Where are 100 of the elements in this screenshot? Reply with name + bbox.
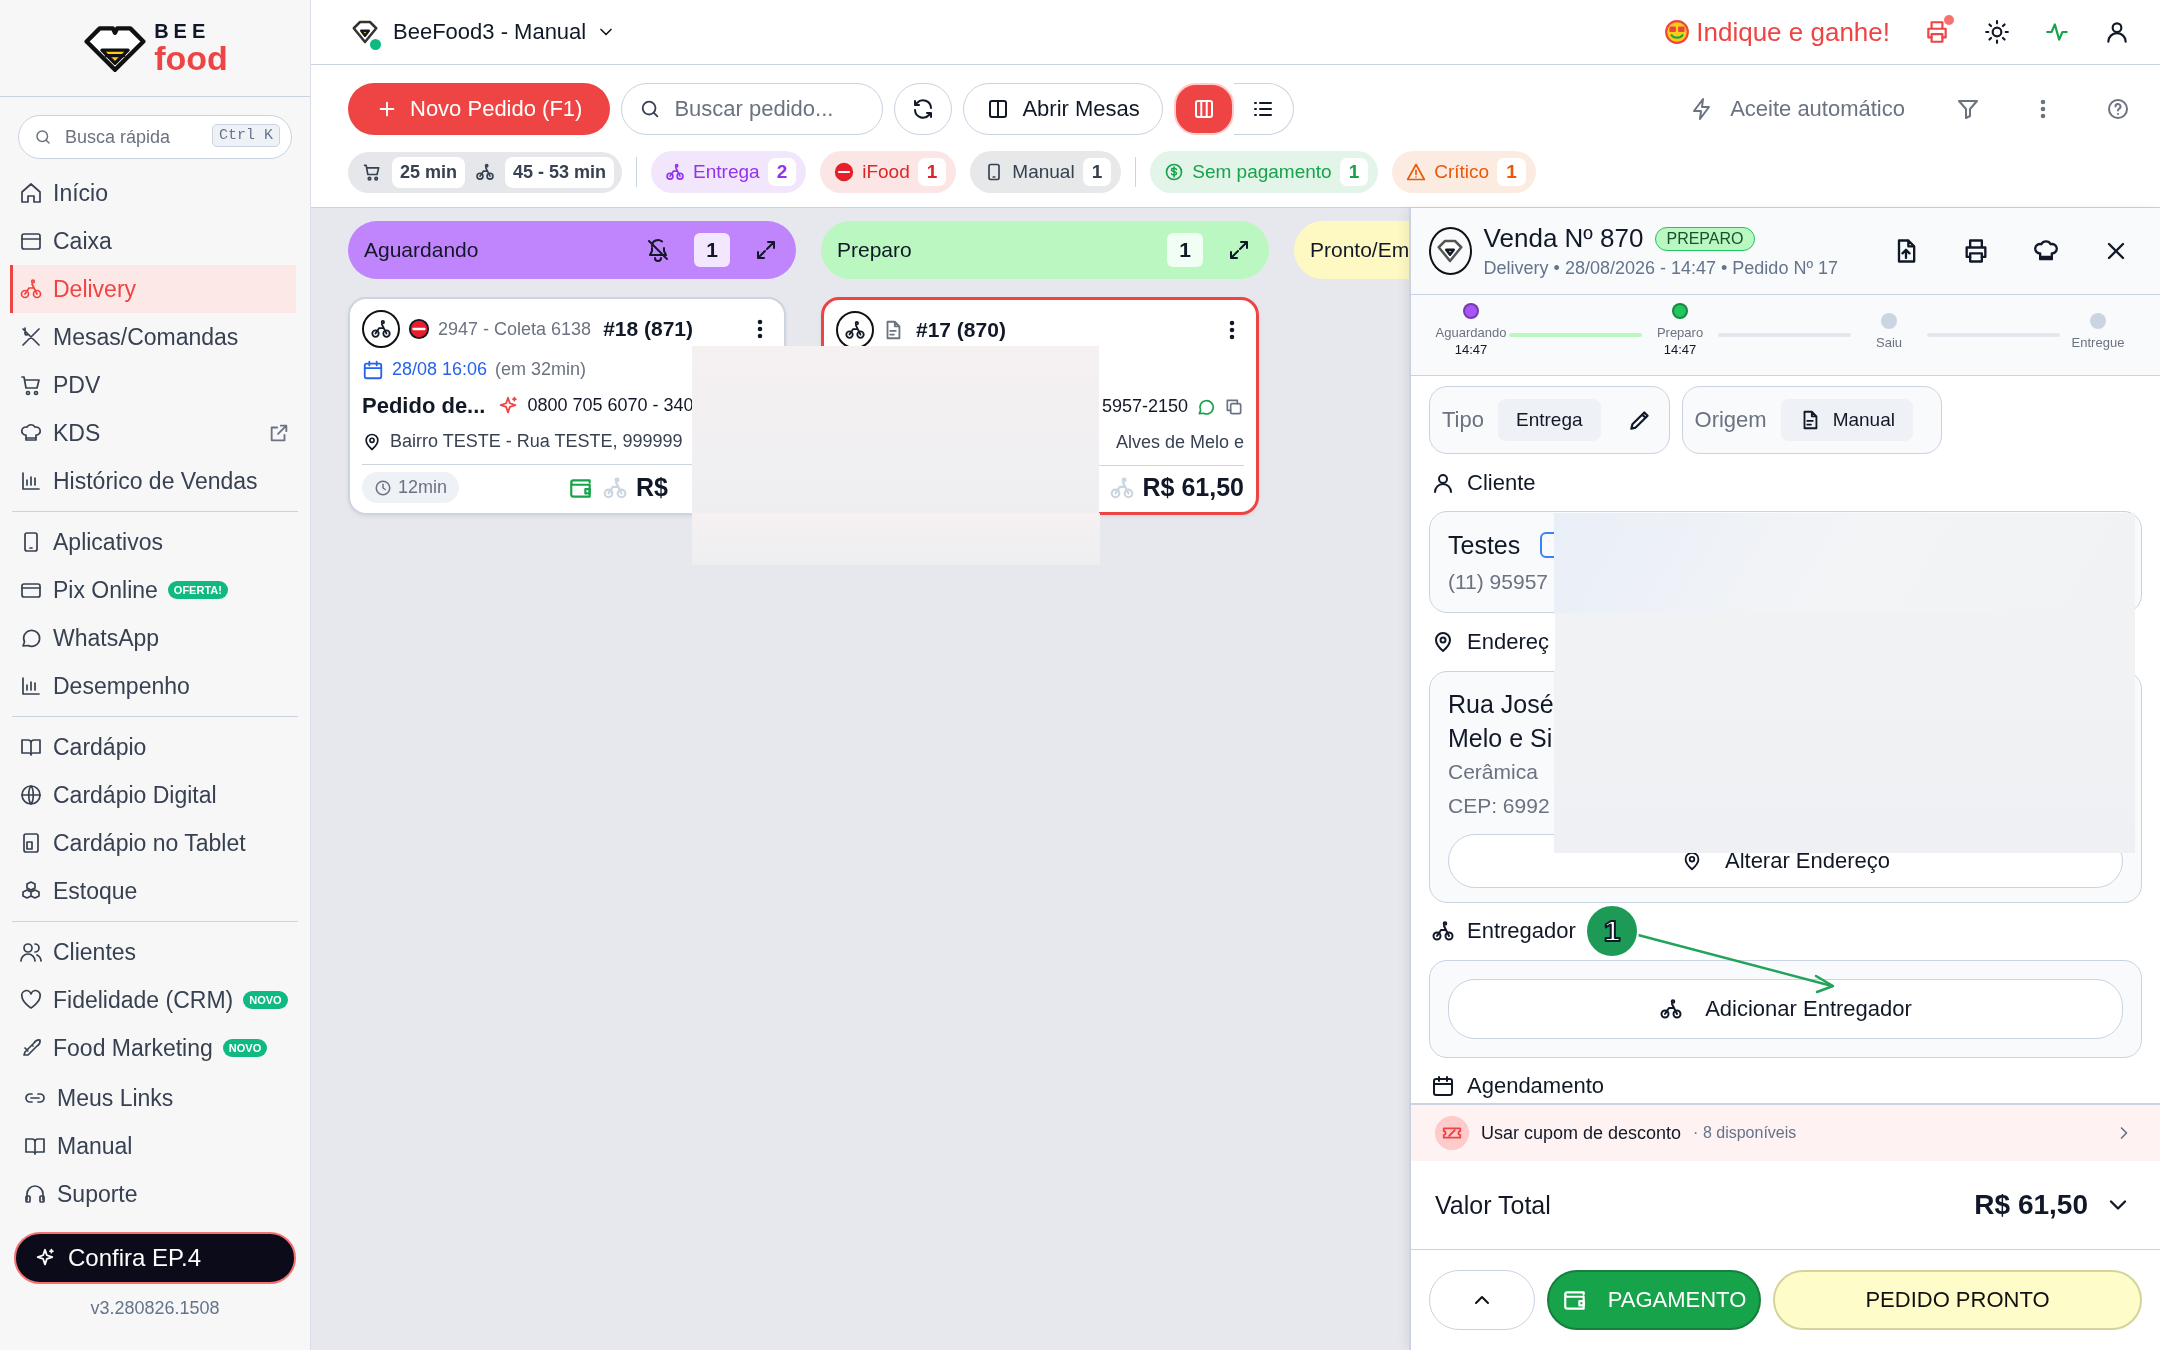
order-card[interactable]: 2947 - Coleta 6138 #18 (871) 28/08 16:06 (em 32min) Pedido de... 0800 705 6070 - 340 Bairro TESTE - Rua TESTE, 999999 12min R$ bbox=[348, 297, 786, 515]
sidebar-item[interactable]: Caixa bbox=[10, 217, 296, 265]
bell-off-icon[interactable] bbox=[646, 238, 671, 262]
coupon-count: · 8 disponíveis bbox=[1693, 1124, 1797, 1142]
sidebar-item[interactable]: Estoque bbox=[10, 867, 296, 915]
column-title: Pronto/Em bbox=[1310, 238, 1409, 262]
order-total: R$ bbox=[636, 473, 668, 503]
search-icon bbox=[34, 128, 52, 146]
step-marker: 1 bbox=[1585, 904, 1639, 958]
expand-icon[interactable] bbox=[1227, 238, 1251, 262]
step-label: Saiu bbox=[1876, 335, 1902, 350]
order-ready-button[interactable]: PEDIDO PRONTO bbox=[1773, 1270, 2142, 1330]
bar-chart-icon bbox=[19, 674, 43, 698]
shortcut-hint: Ctrl K bbox=[212, 124, 280, 147]
ifood-logo-icon bbox=[834, 162, 855, 182]
order-number: #18 (871) bbox=[603, 317, 694, 342]
order-search-field[interactable]: Buscar pedido... bbox=[621, 83, 884, 135]
total-amount: R$ 61,50 bbox=[1974, 1189, 2088, 1221]
type-selector[interactable]: Tipo Entrega bbox=[1429, 386, 1670, 454]
auto-accept-toggle[interactable]: Aceite automático bbox=[1690, 96, 1905, 122]
filter-chip[interactable]: Entrega 2 bbox=[651, 151, 807, 193]
sidebar-item[interactable]: PDV bbox=[10, 361, 296, 409]
sidebar-item[interactable]: WhatsApp bbox=[10, 614, 296, 662]
address-line: Melo e Si bbox=[1448, 723, 1553, 752]
referral-link[interactable]: Indique e ganhe! bbox=[1664, 16, 1890, 48]
expand-icon[interactable] bbox=[754, 238, 778, 262]
sidebar-link[interactable]: Suporte bbox=[0, 1170, 296, 1218]
bicycle-icon bbox=[362, 310, 400, 349]
filter-chip[interactable]: Crítico 1 bbox=[1392, 151, 1536, 193]
location-pin-icon bbox=[362, 431, 382, 452]
count-badge: 1 bbox=[1339, 158, 1369, 186]
order-title: Venda Nº 870 bbox=[1483, 223, 1644, 254]
cart-icon bbox=[19, 373, 43, 397]
list-view-button[interactable] bbox=[1233, 83, 1294, 135]
open-tables-button[interactable]: Abrir Mesas bbox=[963, 83, 1163, 135]
section-title: Agendamento bbox=[1467, 1073, 1604, 1100]
sidebar-item[interactable]: Cardápio bbox=[10, 723, 296, 771]
section-title: Entregador bbox=[1467, 918, 1576, 945]
phone-number: 0800 705 6070 - 340 bbox=[527, 395, 694, 417]
section-title: Endereç bbox=[1467, 628, 1549, 655]
count-badge: 2 bbox=[767, 158, 797, 186]
sidebar-item[interactable]: Fidelidade (CRM) NOVO bbox=[10, 976, 296, 1024]
sidebar-item[interactable]: Mesas/Comandas bbox=[10, 313, 296, 361]
coupon-row[interactable]: Usar cupom de desconto · 8 disponíveis bbox=[1411, 1103, 2160, 1161]
users-icon bbox=[19, 940, 43, 964]
new-order-button[interactable]: Novo Pedido (F1) bbox=[348, 83, 611, 135]
order-card[interactable]: #17 (870) 5957-2150 Alves de Melo e R$ 61,50 bbox=[821, 297, 1259, 515]
sidebar-item[interactable]: Food Marketing NOVO bbox=[10, 1024, 296, 1072]
bicycle-icon bbox=[475, 162, 496, 182]
elapsed-time: 12min bbox=[398, 477, 448, 499]
add-courier-button[interactable]: Adicionar Entregador bbox=[1448, 978, 2123, 1039]
utensils-icon bbox=[19, 325, 43, 349]
store-selector[interactable]: BeeFood3 - Manual bbox=[347, 14, 617, 50]
sidebar-link[interactable]: Meus Links bbox=[0, 1074, 296, 1122]
bee-logo-icon bbox=[82, 24, 149, 72]
sidebar-item[interactable]: Pix Online OFERTA! bbox=[10, 566, 296, 614]
home-icon bbox=[19, 181, 43, 205]
origin-text: Manual bbox=[1832, 409, 1895, 431]
count-badge: 1 bbox=[1497, 158, 1526, 186]
sidebar-item[interactable]: Desempenho bbox=[10, 662, 296, 710]
filter-chip[interactable]: iFood 1 bbox=[820, 151, 957, 193]
sun-icon[interactable] bbox=[1984, 19, 2010, 45]
sidebar-item[interactable]: Clientes bbox=[10, 928, 296, 976]
help-icon[interactable] bbox=[2106, 97, 2130, 121]
count-badge: 1 bbox=[917, 158, 947, 186]
sidebar-link[interactable]: Manual bbox=[0, 1122, 296, 1170]
address-line: Cerâmica bbox=[1448, 758, 1538, 785]
field-label: Origem bbox=[1694, 407, 1767, 433]
board-view-button[interactable] bbox=[1173, 83, 1234, 135]
logo-wordmark: food bbox=[154, 41, 228, 75]
filter-chip[interactable]: Manual 1 bbox=[970, 151, 1122, 193]
sidebar-item[interactable]: Cardápio no Tablet bbox=[10, 819, 296, 867]
calendar-icon bbox=[1431, 1074, 1455, 1099]
clock-icon bbox=[374, 478, 392, 497]
field-label: Tipo bbox=[1442, 407, 1484, 433]
user-icon[interactable] bbox=[2104, 19, 2130, 45]
count-badge: 1 bbox=[1082, 158, 1112, 186]
sidebar-item[interactable]: Cardápio Digital bbox=[10, 771, 296, 819]
sidebar-item[interactable]: KDS bbox=[10, 409, 296, 457]
promo-badge: NOVO bbox=[222, 1039, 268, 1057]
ticket-icon bbox=[1435, 1116, 1469, 1150]
delivery-address: Bairro TESTE - Rua TESTE, 999999 bbox=[390, 431, 683, 453]
refresh-button[interactable] bbox=[894, 83, 953, 135]
phone-number: 5957-2150 bbox=[1101, 396, 1188, 418]
ifood-logo-icon bbox=[408, 318, 430, 341]
sidebar-item[interactable]: Aplicativos bbox=[10, 518, 296, 566]
scheduled-time: 28/08 16:06 bbox=[392, 359, 488, 381]
step-label: Aguardando bbox=[1435, 325, 1507, 340]
dollar-icon bbox=[1164, 162, 1185, 182]
bicycle-icon bbox=[602, 474, 629, 501]
sidebar-item[interactable]: Início bbox=[10, 169, 296, 217]
address-line: Rua José bbox=[1448, 689, 1554, 718]
promo-button[interactable]: Confira EP.4 bbox=[14, 1232, 296, 1284]
client-name: Testes bbox=[1448, 530, 1521, 560]
calendar-icon bbox=[362, 358, 384, 381]
step-label: Entregue bbox=[2071, 335, 2125, 350]
filter-icon[interactable] bbox=[1956, 97, 1980, 121]
bicycle-icon bbox=[665, 162, 686, 182]
coupon-label: Usar cupom de desconto bbox=[1481, 1122, 1682, 1144]
sidebar-item[interactable]: Histórico de Vendas bbox=[10, 457, 296, 505]
